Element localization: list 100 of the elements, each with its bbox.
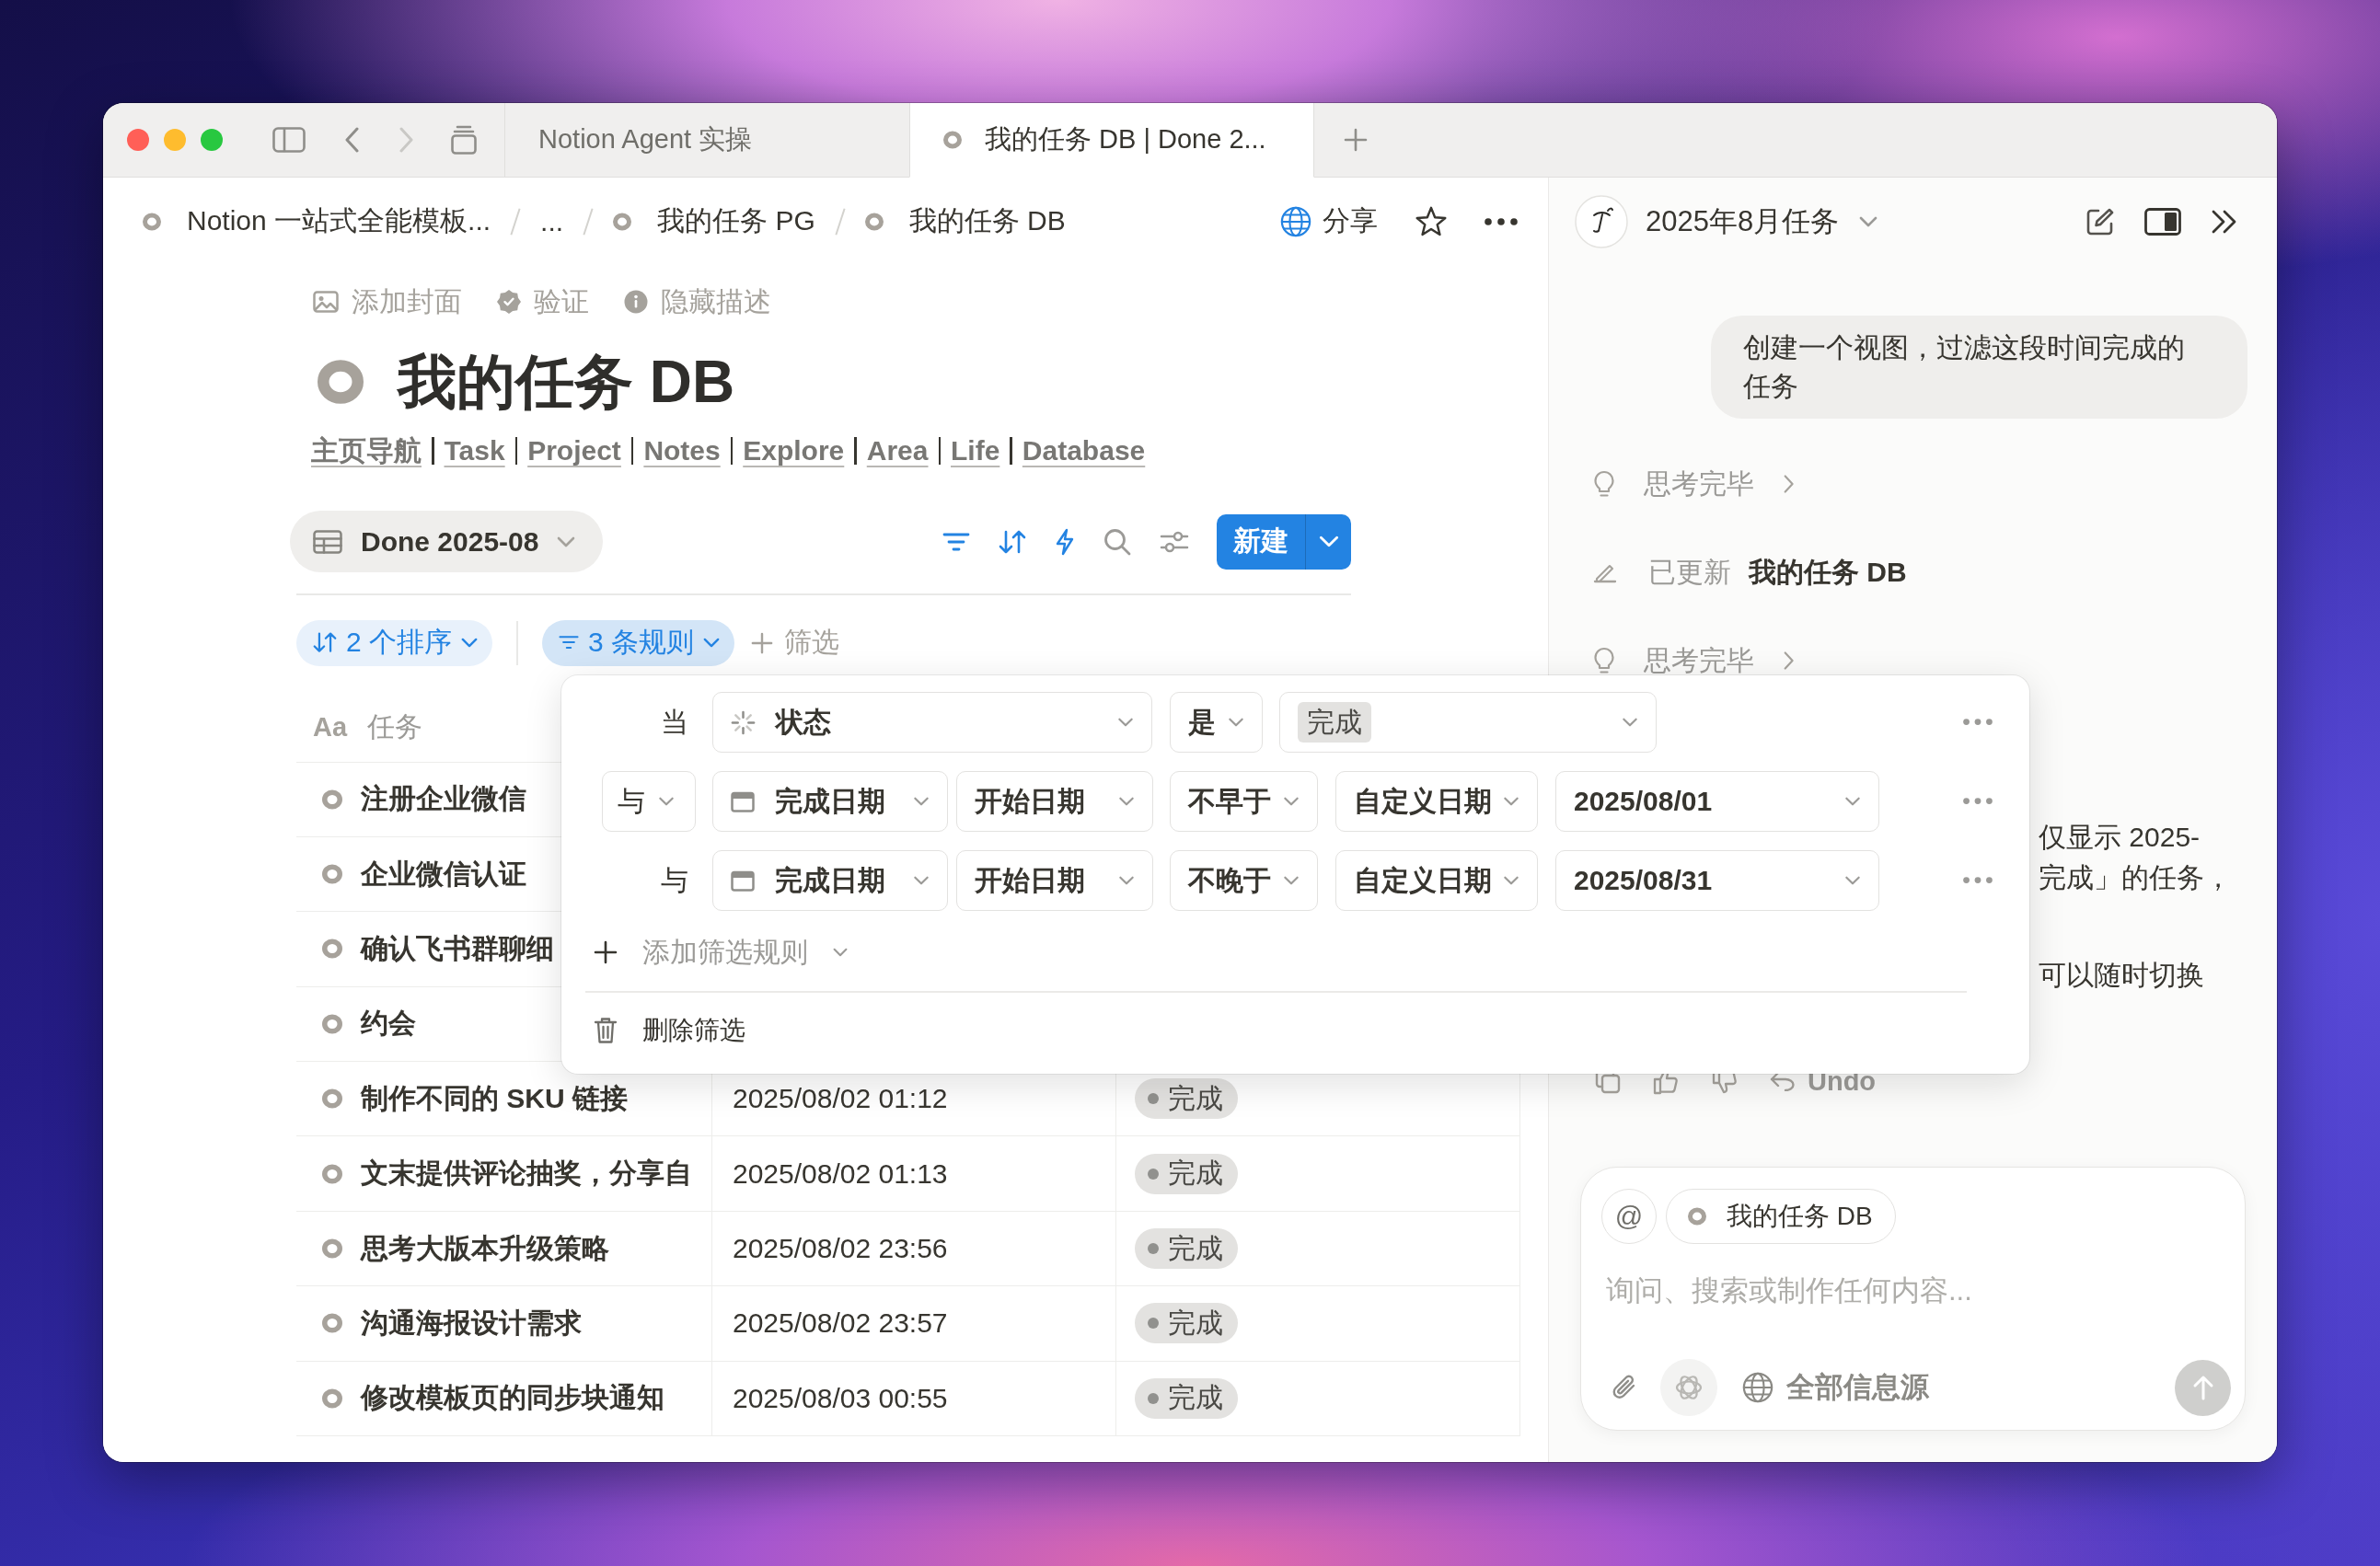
chevron-down-icon [1844,797,1861,806]
new-menu-button[interactable] [1305,513,1351,570]
delete-filter-button[interactable]: 删除筛选 [594,1008,745,1052]
chevron-down-icon [833,948,848,957]
task-title[interactable]: 注册企业微信 [361,780,526,819]
task-title[interactable]: 文末提供评论抽奖，分享自 [361,1155,692,1193]
ring-icon [322,864,342,885]
chevron-down-icon [1283,797,1300,806]
page-link[interactable]: 我的任务 DB [1749,553,1907,592]
date-cell: 2025/08/03 00:55 [711,1361,1115,1436]
plus-icon[interactable] [1344,128,1368,152]
task-title[interactable]: 制作不同的 SKU 链接 [361,1079,628,1118]
operator-dropdown[interactable]: 是 [1170,692,1263,753]
chevron-down-icon [1283,876,1300,885]
operator-dropdown[interactable]: 不早于 [1170,771,1318,832]
property-dropdown[interactable]: 完成日期 [712,850,948,911]
avatar-icon [1575,194,1628,248]
task-title[interactable]: 修改模板页的同步块通知 [361,1379,664,1418]
status-text: 完成 [1168,1081,1223,1115]
text-type-icon: Aa [313,711,348,743]
chevron-down-icon [658,797,675,806]
ring-icon [322,1163,342,1184]
chevron-right-icon[interactable] [399,127,414,153]
date-cell: 2025/08/02 01:13 [711,1136,1115,1212]
search-icon[interactable] [1103,527,1131,556]
filter-icon [559,635,580,651]
edit-icon[interactable] [2085,206,2115,236]
browser-tab[interactable]: Notion Agent 实操 [504,103,909,178]
property-dropdown[interactable]: 完成日期 [712,771,948,832]
date-input[interactable]: 2025/08/31 [1555,850,1879,911]
status-dot-icon [1148,1093,1159,1105]
value-dropdown[interactable]: 完成 [1279,692,1657,753]
nav-link[interactable]: Notes [643,435,721,466]
nav-link[interactable]: Project [527,435,621,466]
task-title[interactable]: 确认飞书群聊细 [361,929,554,968]
spinner-icon [731,709,756,735]
stack-icon[interactable] [451,125,477,155]
chevron-left-icon[interactable] [344,127,359,153]
conjunction-dropdown[interactable]: 与 [602,771,696,832]
ring-icon [322,1013,342,1034]
close-icon[interactable] [127,129,149,151]
breadcrumb-link[interactable]: Notion 一站式全能模板... [143,202,491,240]
arrow-up-icon [2191,1375,2214,1400]
message-text: 完成」的任务， [2039,861,2232,894]
chevron-down-icon [1622,718,1638,727]
date-cell: 2025/08/02 23:56 [711,1211,1115,1287]
date-part-dropdown[interactable]: 开始日期 [956,850,1153,911]
new-button[interactable]: 新建 [1217,513,1305,570]
sliders-icon[interactable] [1160,529,1189,554]
date-mode-dropdown[interactable]: 自定义日期 [1335,850,1538,911]
breadcrumb-link[interactable]: 我的任务 PG [613,202,815,240]
nav-link[interactable]: 主页导航 [311,432,422,470]
calendar-icon [731,790,755,812]
thread-title-button[interactable]: 2025年8月任务 [1646,202,1878,241]
operator-dropdown[interactable]: 不晚于 [1170,850,1318,911]
info-icon [624,290,648,314]
nav-link[interactable]: Database [1022,435,1146,466]
lightning-icon[interactable] [1055,527,1075,556]
panel-icon[interactable] [2144,207,2181,236]
message-input[interactable]: 询问、搜索或制作任何内容... [1601,1263,2231,1318]
nav-link[interactable]: Life [951,435,1000,466]
more-icon[interactable] [1485,217,1518,225]
chevron-right-icon [1784,651,1795,670]
table-icon [313,529,342,554]
nav-link[interactable]: Area [866,435,929,466]
sources-button[interactable]: 全部信息源 [1742,1368,1929,1407]
task-title[interactable]: 约会 [361,1005,416,1043]
date-mode-dropdown[interactable]: 自定义日期 [1335,771,1538,832]
task-title[interactable]: 企业微信认证 [361,855,526,893]
chevron-down-icon [913,876,930,885]
maximize-icon[interactable] [201,129,223,151]
lightbulb-icon [1594,647,1614,674]
ring-icon [322,1388,342,1409]
nav-link[interactable]: Explore [743,435,845,466]
sidebar-icon[interactable] [272,127,306,153]
page-title: 我的任务 DB [398,348,735,417]
undo-icon [1770,1071,1796,1091]
share-button[interactable]: 分享 [1280,202,1378,240]
sort-icon[interactable] [999,528,1026,555]
date-input[interactable]: 2025/08/01 [1555,771,1879,832]
date-part-dropdown[interactable]: 开始日期 [956,771,1153,832]
nav-link[interactable]: Task [444,435,505,466]
browser-tab[interactable]: 我的任务 DB | Done 2... [909,103,1314,178]
star-icon[interactable] [1415,205,1448,237]
task-title[interactable]: 思考大版本升级策略 [361,1229,609,1268]
view-tab[interactable]: Done 2025-08 [290,511,604,572]
minimize-icon[interactable] [164,129,186,151]
breadcrumb-link[interactable]: 我的任务 DB [864,202,1066,240]
image-icon [313,291,339,313]
chevron-down-icon [1844,876,1861,885]
page-icon [318,359,364,405]
ring-icon [322,1238,342,1260]
property-dropdown[interactable]: 状态 [712,692,1152,753]
breadcrumb-link[interactable]: ... [540,205,564,237]
atom-icon[interactable] [1660,1359,1717,1416]
chevron-down-icon [703,638,721,648]
task-title[interactable]: 沟通海报设计需求 [361,1304,582,1342]
filter-icon[interactable] [942,531,970,552]
double-chevron-icon[interactable] [2211,208,2238,235]
chevron-down-icon [1503,797,1519,806]
